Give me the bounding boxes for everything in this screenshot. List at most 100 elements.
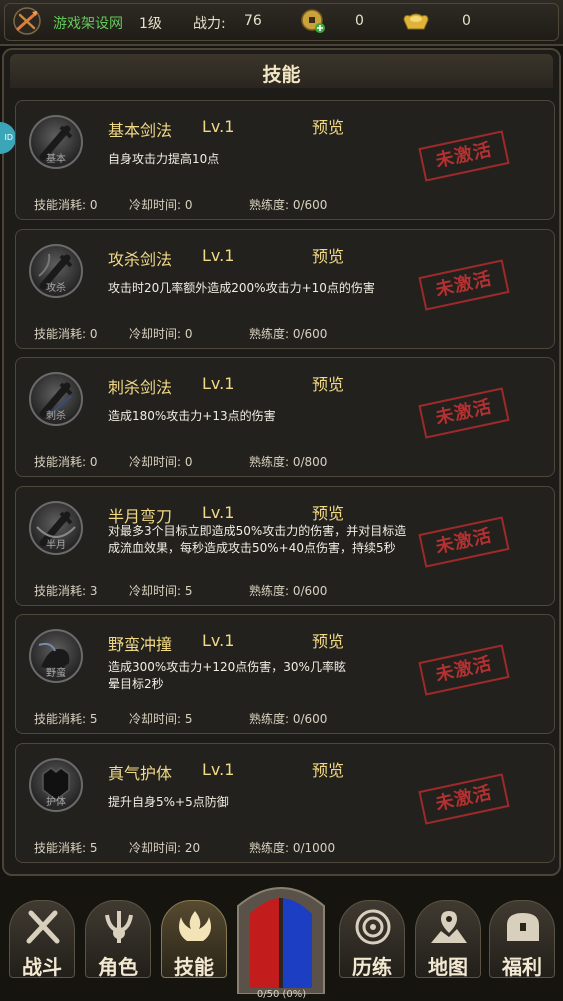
nav-label: 战斗 [22,955,62,979]
skill-cost: 技能消耗: 0 [34,327,98,341]
side-tab[interactable]: ID [0,122,16,154]
bottom-nav: 战斗 角色 技能 历练 地图 福利 0/50 (0%) [0,876,563,1001]
experience-readout: 0/50 (0%) [256,989,307,1000]
skill-description: 提升自身5%+5点防御 [108,795,229,809]
nav-label: 角色 [98,955,138,979]
skill-cost: 技能消耗: 3 [34,584,98,598]
skill-cooldown: 冷却时间: 0 [129,327,193,341]
charging-warrior-icon: 野蛮 [29,629,83,683]
skill-level: Lv.1 [202,117,235,136]
nav-training[interactable]: 历练 [339,900,405,979]
skill-mastery: 熟练度: 0/1000 [249,841,336,855]
skill-mastery: 熟练度: 0/800 [249,455,328,469]
skill-mastery: 熟练度: 0/600 [249,198,328,212]
skill-level: Lv.1 [202,760,235,779]
skill-name: 基本剑法 [108,121,173,140]
skill-cooldown: 冷却时间: 20 [129,841,201,855]
skill-mastery: 熟练度: 0/600 [249,327,328,341]
crossed-feathers-icon[interactable] [12,6,42,36]
preview-button[interactable]: 预览 [312,757,344,781]
inactive-stamp: 未激活 [418,773,510,825]
skill-description: 造成300%攻击力+120点伤害，30%几率眩晕目标2秒 [108,660,346,691]
nav-map[interactable]: 地图 [415,900,481,979]
skill-cost: 技能消耗: 0 [34,455,98,469]
sword-icon: 攻杀 [29,244,83,298]
coin-value: 0 [355,13,364,29]
sword-icon: 刺杀 [29,372,83,426]
portal-gate-icon[interactable] [232,876,330,994]
nav-label: 地图 [428,955,468,979]
nav-label: 历练 [352,955,392,979]
skill-icon-tag: 野蛮 [46,668,66,679]
page-title: 技能 [262,64,301,86]
skill-cooldown: 冷却时间: 0 [129,455,193,469]
skill-cooldown: 冷却时间: 5 [129,712,193,726]
inactive-stamp: 未激活 [418,130,510,182]
skill-level: Lv.1 [202,631,235,650]
preview-button[interactable]: 预览 [312,371,344,395]
skill-icon-tag: 攻杀 [46,283,66,294]
player-level: 1级 [139,16,162,32]
skill-card[interactable]: 野蛮 野蛮冲撞 Lv.1 预览 造成300%攻击力+120点伤害，30%几率眩晕… [15,614,555,734]
nav-character[interactable]: 角色 [85,900,151,979]
skill-icon-tag: 基本 [46,154,66,165]
skill-name: 真气护体 [108,764,173,783]
map-pin-icon [431,911,467,943]
nav-battle[interactable]: 战斗 [9,900,75,979]
skill-cost: 技能消耗: 0 [34,198,98,212]
swirl-icon [355,909,391,945]
skill-level: Lv.1 [202,503,235,522]
skill-cooldown: 冷却时间: 0 [129,198,193,212]
trident-crest-icon [105,911,133,943]
panel-title-bar: 技能 [10,54,553,88]
power-value: 76 [244,13,262,29]
skill-icon-tag: 半月 [46,540,66,551]
inactive-stamp: 未激活 [418,516,510,568]
skill-cooldown: 冷却时间: 5 [129,584,193,598]
nav-welfare[interactable]: 福利 [489,900,555,979]
ingot-value: 0 [462,13,471,29]
skill-description: 攻击时20几率额外造成200%攻击力+10点的伤害 [108,281,375,295]
crossed-swords-icon [26,910,60,944]
sword-icon: 半月 [29,501,83,555]
inactive-stamp: 未激活 [418,387,510,439]
skill-cost: 技能消耗: 5 [34,712,98,726]
preview-button[interactable]: 预览 [312,500,344,524]
skill-icon-tag: 刺杀 [46,411,66,422]
inactive-stamp: 未激活 [418,259,510,311]
site-name: 游戏架设网 [53,16,123,32]
skill-card[interactable]: 护体 真气护体 Lv.1 预览 提升自身5%+5点防御 未激活 技能消耗: 5 … [15,743,555,863]
skill-mastery: 熟练度: 0/600 [249,584,328,598]
copper-coin-icon[interactable] [300,8,326,34]
skill-description: 自身攻击力提高10点 [108,152,220,166]
gold-ingot-icon [403,13,429,30]
power-label: 战力: [193,16,226,32]
preview-button[interactable]: 预览 [312,628,344,652]
skill-description: 造成180%攻击力+13点的伤害 [108,409,276,423]
skill-level: Lv.1 [202,374,235,393]
skill-card[interactable]: 半月 半月弯刀 Lv.1 预览 对最多3个目标立即造成50%攻击力的伤害，并对目… [15,486,555,606]
nav-label: 技能 [174,955,214,979]
shield-icon: 护体 [29,758,83,812]
preview-button[interactable]: 预览 [312,243,344,267]
skill-mastery: 熟练度: 0/600 [249,712,328,726]
sword-icon: 基本 [29,115,83,169]
skill-icon-tag: 护体 [46,797,66,808]
treasure-chest-icon [507,913,539,941]
inactive-stamp: 未激活 [418,644,510,696]
nav-skills[interactable]: 技能 [161,900,227,979]
skill-cost: 技能消耗: 5 [34,841,98,855]
flame-crest-icon [179,911,211,941]
skill-name: 野蛮冲撞 [108,635,173,654]
skill-name: 刺杀剑法 [108,378,173,397]
skill-card[interactable]: 刺杀 刺杀剑法 Lv.1 预览 造成180%攻击力+13点的伤害 未激活 技能消… [15,357,555,477]
skill-card[interactable]: 基本 基本剑法 Lv.1 预览 自身攻击力提高10点 未激活 技能消耗: 0 冷… [15,100,555,220]
top-status-bar: 游戏架设网 1级 战力: 76 0 0 [0,0,563,46]
nav-label: 福利 [502,955,542,979]
preview-button[interactable]: 预览 [312,114,344,138]
skill-card[interactable]: 攻杀 攻杀剑法 Lv.1 预览 攻击时20几率额外造成200%攻击力+10点的伤… [15,229,555,349]
skill-description: 对最多3个目标立即造成50%攻击力的伤害，并对目标造成流血效果，每秒造成攻击50… [108,524,407,555]
skill-level: Lv.1 [202,246,235,265]
skill-name: 攻杀剑法 [108,250,173,269]
skills-panel: 技能 ID 基本 基本剑法 Lv.1 预览 自身攻击力提高10点 未激活 技能消… [0,48,561,876]
